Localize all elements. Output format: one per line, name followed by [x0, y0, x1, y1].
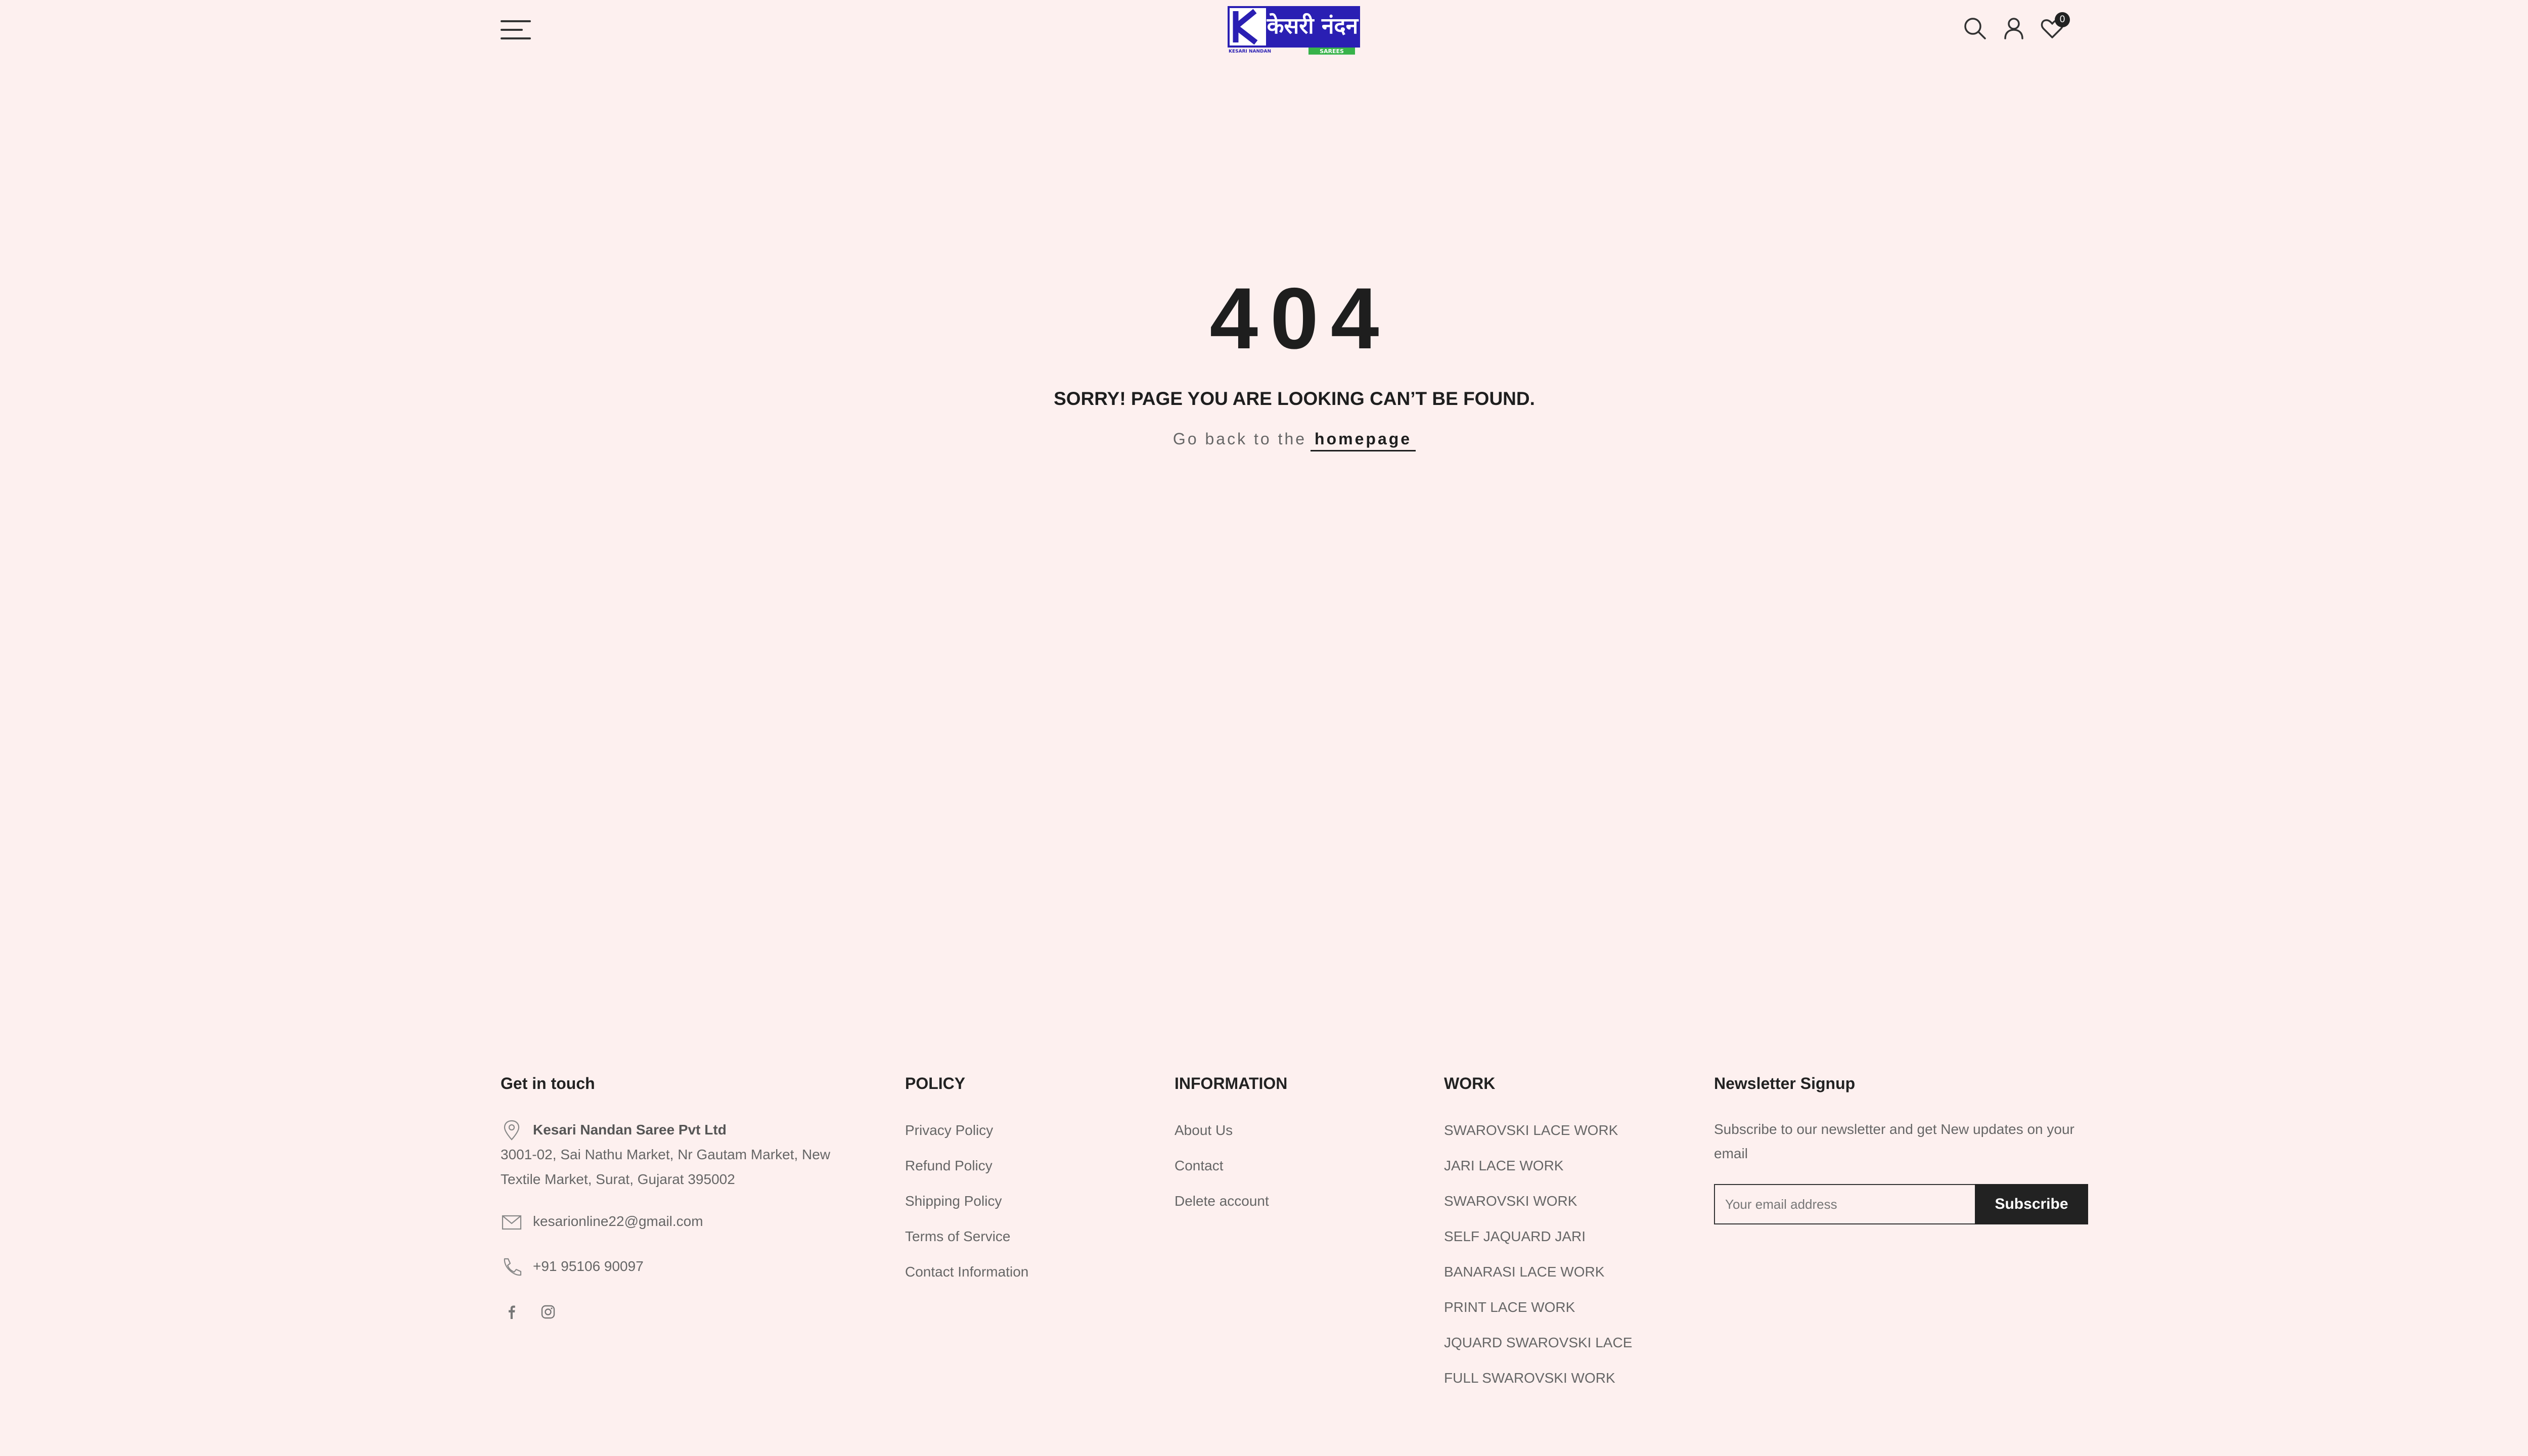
shipping-policy-link[interactable]: Shipping Policy: [905, 1192, 1148, 1227]
work-link-self-jaquard-jari[interactable]: SELF JAQUARD JARI: [1444, 1227, 1687, 1263]
error-code: 404: [1209, 270, 1391, 367]
footer-heading-policy: POLICY: [905, 1074, 966, 1093]
privacy-policy-link[interactable]: Privacy Policy: [905, 1121, 1148, 1157]
homepage-link[interactable]: homepage: [1311, 430, 1416, 451]
newsletter-form: Subscribe: [1714, 1184, 2088, 1224]
phone-icon: [504, 1258, 522, 1276]
facebook-icon[interactable]: [501, 1301, 523, 1323]
address-line-1: 3001-02, Sai Nathu Market, Nr Gautam Mar…: [501, 1147, 831, 1162]
footer-work: WORK SWAROVSKI LACE WORK JARI LACE WORK …: [1444, 1071, 1687, 1404]
phone-row: +91 95106 90097: [501, 1254, 865, 1279]
work-link-print-lace[interactable]: PRINT LACE WORK: [1444, 1298, 1687, 1334]
logo-tag-text: SAREES: [1320, 48, 1344, 55]
refund-policy-link[interactable]: Refund Policy: [905, 1157, 1148, 1192]
footer-newsletter: Newsletter Signup Subscribe to our newsl…: [1714, 1071, 2088, 1224]
work-link-jari-lace[interactable]: JARI LACE WORK: [1444, 1157, 1687, 1192]
mail-icon: [502, 1215, 522, 1230]
page: केसरी नंदन KESARI NANDAN SAREES 0 404 SO…: [0, 0, 2528, 1456]
footer-contact: Get in touch Kesari Nandan Saree Pvt Ltd…: [501, 1071, 865, 1323]
location-pin-icon: [504, 1120, 520, 1141]
site-logo[interactable]: केसरी नंदन KESARI NANDAN SAREES: [1228, 6, 1360, 55]
footer-heading-work: WORK: [1444, 1074, 1496, 1093]
terms-of-service-link[interactable]: Terms of Service: [905, 1227, 1148, 1263]
account-icon[interactable]: [2001, 15, 2027, 41]
work-link-jquard-swarovski-lace[interactable]: JQUARD SWAROVSKI LACE: [1444, 1334, 1687, 1369]
work-link-full-swarovski[interactable]: FULL SWAROVSKI WORK: [1444, 1369, 1687, 1404]
newsletter-description: Subscribe to our newsletter and get New …: [1714, 1121, 2074, 1161]
address-line-2: Textile Market, Surat, Gujarat 395002: [501, 1171, 735, 1187]
social-links: [501, 1301, 865, 1323]
menu-icon[interactable]: [501, 19, 531, 40]
subscribe-button[interactable]: Subscribe: [1975, 1184, 2088, 1224]
about-us-link[interactable]: About Us: [1175, 1121, 1417, 1157]
footer-heading-newsletter: Newsletter Signup: [1714, 1074, 1856, 1093]
instagram-icon[interactable]: [537, 1301, 559, 1323]
logo-small-text: KESARI NANDAN: [1229, 49, 1271, 54]
footer-heading-contact: Get in touch: [501, 1074, 595, 1093]
contact-link[interactable]: Contact: [1175, 1157, 1417, 1192]
logo-brand-text: केसरी नंदन: [1267, 13, 1359, 39]
footer-heading-information: INFORMATION: [1175, 1074, 1288, 1093]
newsletter-email-input[interactable]: [1714, 1184, 1975, 1224]
search-icon[interactable]: [1962, 15, 1988, 41]
company-name: Kesari Nandan Saree Pvt Ltd: [533, 1122, 727, 1138]
back-to-home: Go back to the homepage: [0, 427, 2528, 451]
work-link-banarasi-lace[interactable]: BANARASI LACE WORK: [1444, 1263, 1687, 1298]
error-message: SORRY! PAGE YOU ARE LOOKING CAN’T BE FOU…: [1054, 388, 1535, 409]
site-header: केसरी नंदन KESARI NANDAN SAREES 0: [0, 0, 2528, 66]
email-row: kesarionline22@gmail.com: [501, 1209, 865, 1234]
contact-email[interactable]: kesarionline22@gmail.com: [533, 1213, 703, 1229]
contact-information-link[interactable]: Contact Information: [905, 1263, 1148, 1298]
back-prefix-text: Go back to the: [1172, 430, 1307, 448]
footer-information: INFORMATION About Us Contact Delete acco…: [1175, 1071, 1417, 1227]
delete-account-link[interactable]: Delete account: [1175, 1192, 1417, 1227]
work-link-swarovski-lace[interactable]: SWAROVSKI LACE WORK: [1444, 1121, 1687, 1157]
footer-policy: POLICY Privacy Policy Refund Policy Ship…: [905, 1071, 1148, 1298]
contact-phone[interactable]: +91 95106 90097: [533, 1258, 644, 1274]
wishlist-count-badge: 0: [2055, 12, 2070, 27]
address-block: Kesari Nandan Saree Pvt Ltd 3001-02, Sai…: [501, 1117, 865, 1192]
work-link-swarovski[interactable]: SWAROVSKI WORK: [1444, 1192, 1687, 1227]
